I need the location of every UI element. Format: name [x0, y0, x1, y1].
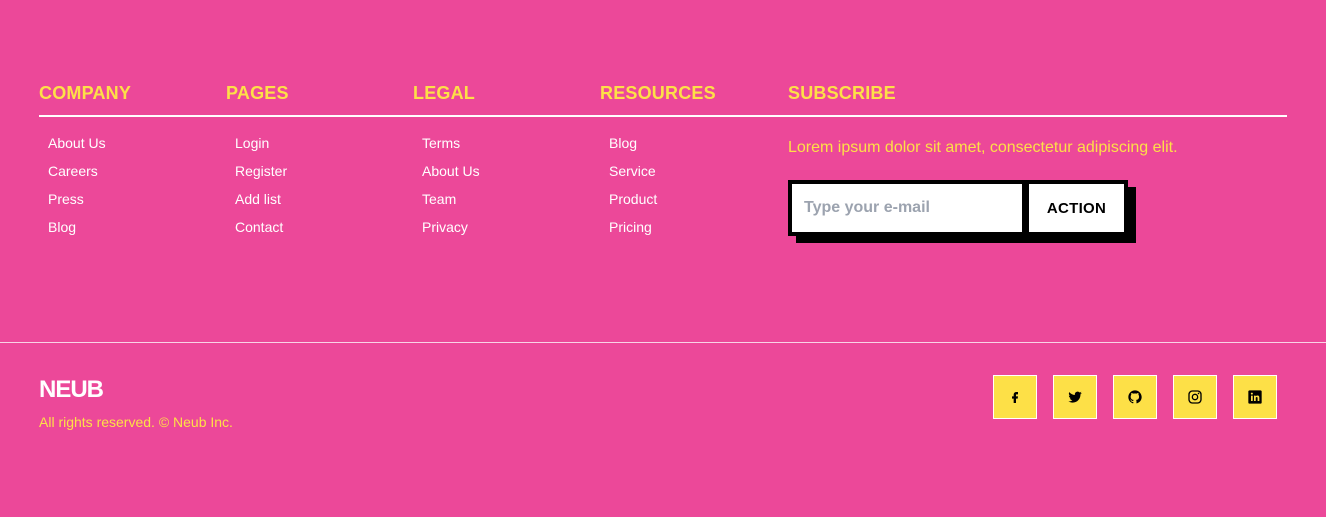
footer-link-privacy[interactable]: Privacy — [422, 218, 480, 236]
footer-link-blog-resources[interactable]: Blog — [609, 134, 657, 152]
footer-link-team[interactable]: Team — [422, 190, 480, 208]
github-icon — [1127, 389, 1143, 405]
column-links-company: About Us Careers Press Blog — [48, 134, 106, 236]
twitter-icon — [1067, 389, 1083, 405]
github-button[interactable] — [1113, 375, 1157, 419]
footer-link-register[interactable]: Register — [235, 162, 287, 180]
footer-link-careers[interactable]: Careers — [48, 162, 106, 180]
column-title-subscribe: SUBSCRIBE — [788, 83, 896, 103]
footer-link-add-list[interactable]: Add list — [235, 190, 287, 208]
column-title-legal: LEGAL — [413, 83, 475, 103]
column-title-company: COMPANY — [39, 83, 132, 103]
footer-link-about-us-legal[interactable]: About Us — [422, 162, 480, 180]
footer-link-product[interactable]: Product — [609, 190, 657, 208]
email-input[interactable] — [792, 184, 1022, 232]
copyright-text: All rights reserved. © Neub Inc. — [39, 414, 233, 430]
facebook-button[interactable] — [993, 375, 1037, 419]
footer-column-legal: LEGAL Terms About Us Team Privacy — [413, 82, 480, 235]
brand-logo[interactable]: NEUB — [39, 377, 104, 403]
instagram-button[interactable] — [1173, 375, 1217, 419]
instagram-icon — [1187, 389, 1203, 405]
column-title-pages: PAGES — [226, 83, 289, 103]
footer-divider — [0, 342, 1326, 343]
footer-link-pricing[interactable]: Pricing — [609, 218, 657, 236]
facebook-icon — [1007, 389, 1023, 405]
column-title-resources: RESOURCES — [600, 83, 716, 103]
subscribe-description: Lorem ipsum dolor sit amet, consectetur … — [788, 139, 1178, 156]
column-links-pages: Login Register Add list Contact — [235, 134, 287, 236]
footer-link-about-us[interactable]: About Us — [48, 134, 106, 152]
footer-link-contact[interactable]: Contact — [235, 218, 287, 236]
footer-column-pages: PAGES Login Register Add list Contact — [226, 82, 289, 235]
footer-column-resources: RESOURCES Blog Service Product Pricing — [600, 82, 716, 235]
header-divider — [39, 115, 1287, 117]
linkedin-icon — [1247, 389, 1263, 405]
footer-link-service[interactable]: Service — [609, 162, 657, 180]
footer-link-blog[interactable]: Blog — [48, 218, 106, 236]
action-button[interactable]: ACTION — [1029, 184, 1124, 232]
social-links — [993, 375, 1277, 419]
footer-link-terms[interactable]: Terms — [422, 134, 480, 152]
twitter-button[interactable] — [1053, 375, 1097, 419]
footer-column-company: COMPANY About Us Careers Press Blog — [39, 82, 132, 235]
subscribe-form: ACTION — [788, 180, 1136, 243]
footer-link-login[interactable]: Login — [235, 134, 287, 152]
column-links-resources: Blog Service Product Pricing — [609, 134, 657, 236]
subscribe-form-frame: ACTION — [788, 180, 1128, 236]
linkedin-button[interactable] — [1233, 375, 1277, 419]
column-links-legal: Terms About Us Team Privacy — [422, 134, 480, 236]
footer-column-subscribe: SUBSCRIBE — [788, 82, 896, 104]
footer-link-press[interactable]: Press — [48, 190, 106, 208]
footer-top: COMPANY About Us Careers Press Blog PAGE… — [39, 0, 1287, 341]
